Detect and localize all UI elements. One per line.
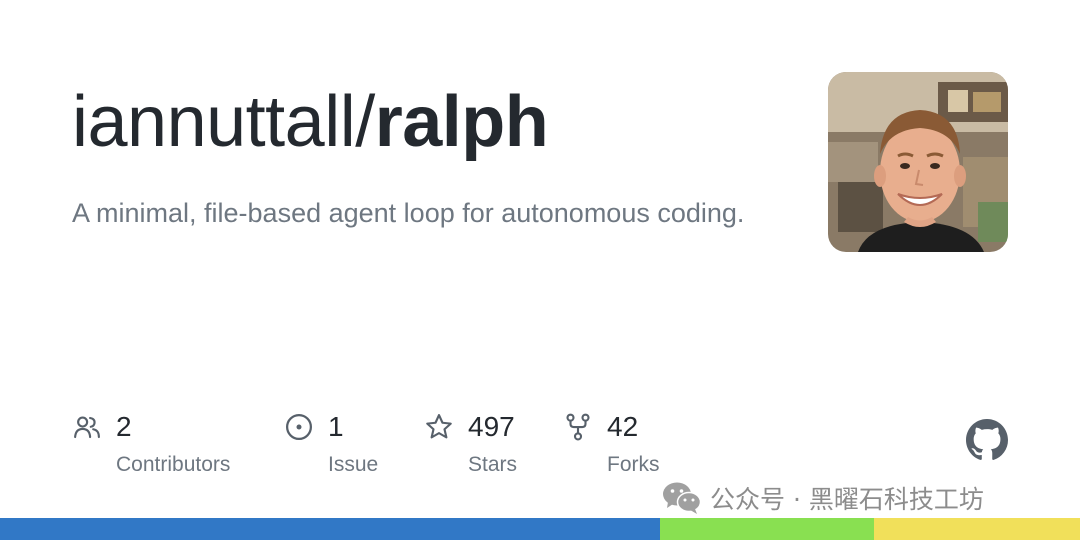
stars-count: 497 [468, 411, 515, 442]
repo-description: A minimal, file-based agent loop for aut… [72, 198, 745, 228]
watermark-text: 公众号 · 黑曜石科技工坊 [710, 485, 984, 514]
language-bar-segment [873, 518, 1080, 540]
language-bar-segment [659, 518, 874, 540]
repo-title[interactable]: iannuttall/ralph [72, 80, 549, 164]
star-icon [426, 414, 452, 439]
repo-forked-icon [566, 413, 590, 441]
issue-opened-icon [286, 414, 312, 440]
repo-name[interactable]: ralph [375, 82, 549, 162]
wechat-icon [663, 482, 702, 514]
forks-label: Forks [607, 453, 660, 476]
user-avatar-photo-icon [828, 72, 1008, 252]
repo-owner[interactable]: iannuttall/ [72, 82, 375, 162]
issues-count: 1 [328, 411, 344, 442]
contributors-label: Contributors [116, 453, 231, 476]
repo-social-card: iannuttall/ralph A minimal, file-based a… [0, 0, 1080, 540]
wechat-watermark: 公众号 · 黑曜石科技工坊 [662, 478, 984, 518]
github-mark-icon[interactable] [966, 419, 1008, 461]
forks-count: 42 [607, 411, 639, 442]
stars-label: Stars [468, 453, 518, 476]
issues-label: Issue [328, 453, 379, 476]
owner-avatar[interactable] [828, 72, 1008, 252]
contributors-count: 2 [116, 411, 132, 442]
people-icon [74, 416, 100, 439]
language-bar [0, 518, 1080, 540]
language-bar-segment [0, 518, 660, 540]
